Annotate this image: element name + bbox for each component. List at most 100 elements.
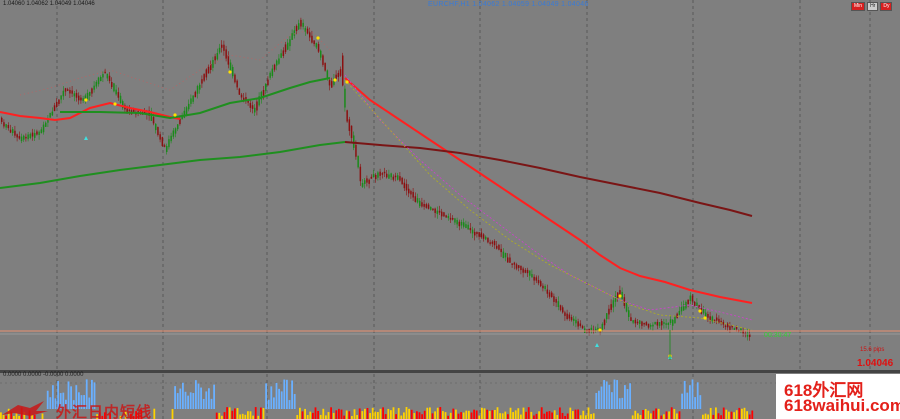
candle-body xyxy=(427,204,430,209)
candle-body xyxy=(117,92,120,98)
histogram-bar xyxy=(595,392,598,409)
histogram-bar xyxy=(642,410,644,419)
histogram-bar xyxy=(699,395,702,409)
histogram-bar xyxy=(348,411,351,419)
candle-body xyxy=(234,74,236,83)
candle-body xyxy=(537,280,540,284)
histogram-bar xyxy=(548,411,551,419)
candle-body xyxy=(460,221,463,226)
histogram-bar xyxy=(371,407,374,419)
candle-body xyxy=(489,242,491,244)
candle-body xyxy=(203,74,205,81)
histogram-bar xyxy=(535,413,538,419)
candle-body xyxy=(707,314,709,318)
histogram-bar xyxy=(517,408,520,419)
chart-window[interactable]: EURCHF,H1 1.04062 1.04059 1.04049 1.0404… xyxy=(0,0,900,419)
histogram-bar xyxy=(317,410,319,419)
candle-body xyxy=(69,89,71,94)
histogram-bar xyxy=(572,411,574,419)
candle-body xyxy=(89,91,91,96)
candle-body xyxy=(214,56,216,61)
histogram-bar xyxy=(546,411,548,419)
candle-body xyxy=(579,323,582,326)
histogram-bar xyxy=(322,408,325,419)
histogram-bar xyxy=(299,407,301,419)
histogram-bar xyxy=(278,388,280,409)
histogram-bar xyxy=(566,413,569,419)
candle-body xyxy=(658,322,661,326)
histogram-bar xyxy=(215,412,218,419)
histogram-bar xyxy=(291,380,293,409)
timeframe-hr-button[interactable]: Hr xyxy=(867,2,879,11)
histogram-bar xyxy=(629,383,631,409)
candle-body xyxy=(232,66,234,77)
arrow-marker xyxy=(595,343,599,347)
candle-body xyxy=(511,263,513,265)
candle-body xyxy=(159,134,161,140)
histogram-bar xyxy=(416,411,418,419)
candle-body xyxy=(106,73,109,79)
candle-body xyxy=(722,321,725,325)
candle-body xyxy=(212,60,214,68)
candle-body xyxy=(447,215,450,219)
candle-body xyxy=(423,203,425,207)
candle-body xyxy=(614,295,617,302)
candle-body xyxy=(3,122,5,127)
candle-body xyxy=(705,312,707,317)
candle-body xyxy=(551,292,553,298)
histogram-bar xyxy=(665,411,668,419)
timeframe-dy-button[interactable]: Dy xyxy=(880,2,893,11)
candle-body xyxy=(150,112,153,121)
histogram-bar xyxy=(603,380,605,409)
candle-body xyxy=(610,304,612,310)
histogram-bar xyxy=(197,383,200,409)
candle-body xyxy=(529,270,531,276)
histogram-bar xyxy=(410,409,413,419)
candle-body xyxy=(280,53,282,58)
candle-body xyxy=(361,182,364,187)
candle-body xyxy=(364,180,366,184)
price-chart[interactable] xyxy=(0,0,900,419)
candle-body xyxy=(661,321,663,326)
candle-body xyxy=(115,89,117,95)
histogram-bar xyxy=(720,415,722,419)
histogram-bar xyxy=(514,410,517,419)
candle-body xyxy=(328,80,331,86)
candle-body xyxy=(267,79,269,86)
histogram-bar xyxy=(309,411,312,419)
candle-body xyxy=(368,179,370,184)
candle-body xyxy=(454,218,456,223)
histogram-bar xyxy=(657,408,660,419)
histogram-bar xyxy=(187,395,189,409)
candle-body xyxy=(236,80,238,88)
candle-body xyxy=(540,281,542,287)
candle-body xyxy=(478,232,480,237)
histogram-bar xyxy=(436,407,439,419)
candle-body xyxy=(546,289,549,294)
candle-body xyxy=(293,30,296,36)
signal-marker xyxy=(113,102,117,106)
candle-body xyxy=(269,72,271,78)
candle-body xyxy=(432,208,434,211)
candle-body xyxy=(672,319,674,326)
candle-body xyxy=(634,319,637,324)
signal-marker xyxy=(698,309,702,313)
candle-body xyxy=(456,219,458,225)
histogram-bar xyxy=(189,392,192,409)
candle-body xyxy=(471,229,474,234)
candle-body xyxy=(188,103,190,110)
candle-body xyxy=(401,177,403,185)
histogram-bar xyxy=(379,408,382,419)
histogram-bar xyxy=(200,387,202,409)
symbol-label: EURCHF,H1 1.04062 1.04059 1.04049 1.0404… xyxy=(428,1,589,8)
candle-body xyxy=(482,234,485,239)
histogram-bar xyxy=(413,413,416,419)
candle-body xyxy=(524,269,527,273)
candle-body xyxy=(595,328,597,331)
timeframe-min-button[interactable]: Min xyxy=(851,2,866,11)
candle-body xyxy=(31,132,34,137)
candle-body xyxy=(339,69,342,76)
histogram-bar xyxy=(434,411,436,419)
histogram-bar xyxy=(210,398,213,409)
candle-body xyxy=(119,95,122,104)
